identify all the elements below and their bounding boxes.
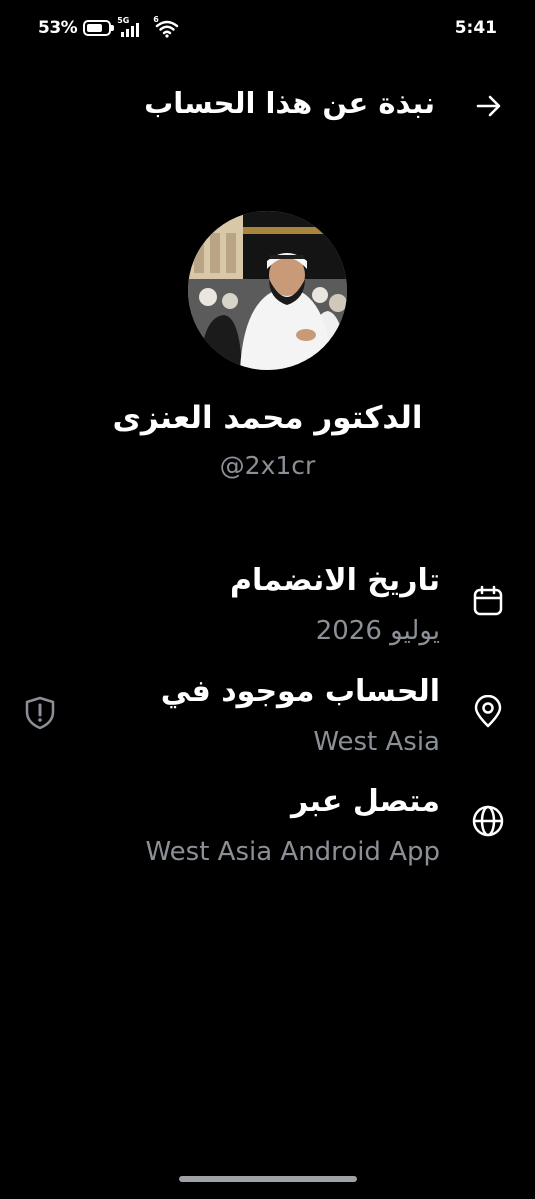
username-handle: @2x1cr bbox=[219, 451, 316, 480]
wifi-icon: 6 bbox=[153, 15, 179, 38]
shield-alert-icon[interactable] bbox=[24, 696, 56, 730]
page-title: نبذة عن هذا الحساب bbox=[144, 86, 435, 120]
avatar bbox=[188, 211, 347, 370]
info-title: الحساب موجود في bbox=[160, 674, 440, 709]
info-title: تاريخ الانضمام bbox=[230, 563, 440, 598]
display-name: الدكتور محمد العنزى bbox=[112, 400, 423, 436]
status-left: 53% 5G 6 bbox=[38, 15, 179, 38]
calendar-icon bbox=[471, 584, 505, 618]
arrow-right-icon bbox=[476, 95, 501, 117]
home-indicator[interactable] bbox=[179, 1176, 357, 1182]
info-row-location: الحساب موجود في West Asia bbox=[161, 672, 440, 760]
battery-percent: 53% bbox=[38, 18, 78, 38]
clock: 5:41 bbox=[454, 18, 497, 38]
status-bar: 53% 5G 6 5:41 bbox=[0, 0, 535, 58]
info-title: متصل عبر bbox=[290, 784, 440, 819]
info-row-connected-via: متصل عبر West Asia Android App bbox=[145, 782, 440, 870]
info-value: West Asia bbox=[313, 727, 440, 757]
battery-icon bbox=[83, 20, 115, 36]
location-pin-icon bbox=[471, 695, 505, 729]
app-header: نبذة عن هذا الحساب bbox=[0, 78, 535, 134]
info-value: West Asia Android App bbox=[145, 837, 440, 867]
globe-icon bbox=[471, 804, 505, 838]
cellular-signal-icon: 5G bbox=[117, 16, 147, 37]
info-value: يوليو 2026 bbox=[315, 616, 440, 646]
back-button[interactable] bbox=[471, 88, 507, 124]
info-row-joined: تاريخ الانضمام يوليو 2026 bbox=[230, 561, 440, 649]
